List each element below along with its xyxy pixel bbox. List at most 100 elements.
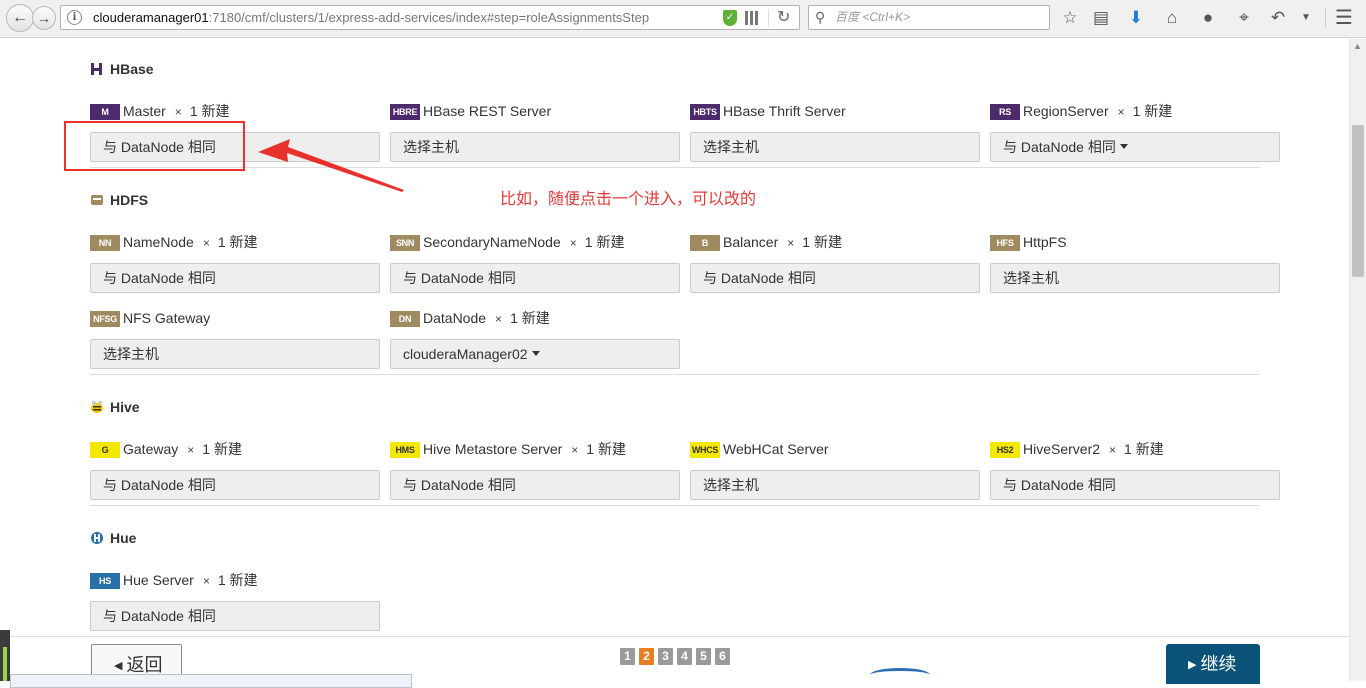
undo-icon[interactable]: ↶ — [1266, 5, 1290, 31]
role-badge: NFSG — [90, 311, 120, 327]
role-badge: B — [690, 235, 720, 251]
caret-down-icon — [1119, 144, 1128, 149]
step-back-icon: ◀ — [114, 660, 123, 672]
role-badge: HBTS — [690, 104, 720, 120]
host-select-httpfs[interactable]: 选择主机 — [990, 263, 1280, 293]
search-placeholder: 百度 <Ctrl+K> — [835, 10, 911, 24]
host-select-gateway[interactable]: 与 DataNode 相同 — [90, 470, 380, 500]
role-hive-metastore-server: HMS Hive Metastore Server × 1 新建 与 DataNode… — [390, 440, 680, 500]
page-2[interactable]: 2 — [639, 648, 654, 665]
role-hiveserver2: HS2 HiveServer2 × 1 新建 与 DataNode 相同 — [990, 440, 1280, 500]
host-select-hiveserver2[interactable]: 与 DataNode 相同 — [990, 470, 1280, 500]
qr-code-icon[interactable] — [745, 11, 759, 25]
role-count: 1 新建 — [1132, 103, 1173, 119]
role-hue-server: HS Hue Server × 1 新建 与 DataNode 相同 — [90, 571, 380, 631]
role-namenode: NN NameNode × 1 新建 与 DataNode 相同 — [90, 233, 380, 293]
host-select-webhcat-server[interactable]: 选择主机 — [690, 470, 980, 500]
menu-icon[interactable]: ☰ — [1332, 5, 1356, 31]
remove-icon[interactable]: × — [495, 312, 502, 326]
remove-icon[interactable]: × — [787, 236, 794, 250]
remove-icon[interactable]: × — [203, 236, 210, 250]
role-badge: HS — [90, 573, 120, 589]
shield-icon[interactable]: ✓ — [723, 10, 737, 26]
remove-icon[interactable]: × — [1118, 105, 1125, 119]
chat-icon[interactable]: ● — [1196, 5, 1220, 31]
divider — [1325, 8, 1326, 28]
scroll-up-icon[interactable]: ▲ — [1353, 41, 1362, 51]
chevron-down-icon[interactable]: ▼ — [1294, 5, 1318, 31]
role-webhcat-server: WHCS WebHCat Server 选择主机 — [690, 440, 980, 500]
page-1[interactable]: 1 — [620, 648, 635, 665]
remove-icon[interactable]: × — [203, 574, 210, 588]
role-name: NFS Gateway — [123, 310, 211, 326]
role-gateway: G Gateway × 1 新建 与 DataNode 相同 — [90, 440, 380, 500]
reload-icon[interactable]: ↻ — [777, 6, 790, 29]
download-icon[interactable]: ⬇ — [1124, 5, 1148, 31]
role-hbase-rest-server: HBRE HBase REST Server 选择主机 — [390, 102, 680, 162]
home-icon[interactable]: ⌂ — [1160, 5, 1184, 31]
role-name: HBase REST Server — [423, 103, 552, 119]
role-balancer: B Balancer × 1 新建 与 DataNode 相同 — [690, 233, 980, 293]
host-select-hue-server[interactable]: 与 DataNode 相同 — [90, 601, 380, 631]
role-name: Balancer — [723, 234, 779, 250]
remove-icon[interactable]: × — [1109, 443, 1116, 457]
host-select-hbase-thrift-server[interactable]: 选择主机 — [690, 132, 980, 162]
role-regionserver: RS RegionServer × 1 新建 与 DataNode 相同 — [990, 102, 1280, 162]
role-badge: SNN — [390, 235, 420, 251]
logo-swoosh — [870, 668, 930, 682]
section-divider — [90, 374, 1260, 375]
role-name: Gateway — [123, 441, 179, 457]
host-select-hive-metastore-server[interactable]: 与 DataNode 相同 — [390, 470, 680, 500]
bookmark-star-icon[interactable]: ☆ — [1058, 5, 1082, 31]
page-5[interactable]: 5 — [696, 648, 711, 665]
host-select-namenode[interactable]: 与 DataNode 相同 — [90, 263, 380, 293]
crop-icon[interactable]: ⌖ — [1232, 5, 1256, 31]
role-datanode: DN DataNode × 1 新建 clouderaManager02 — [390, 309, 680, 369]
role-name: HiveServer2 — [1023, 441, 1101, 457]
page-3[interactable]: 3 — [658, 648, 673, 665]
remove-icon[interactable]: × — [187, 443, 194, 457]
role-badge: G — [90, 442, 120, 458]
host-select-regionserver[interactable]: 与 DataNode 相同 — [990, 132, 1280, 162]
host-select-secondarynamenode[interactable]: 与 DataNode 相同 — [390, 263, 680, 293]
role-name: Hue Server — [123, 572, 194, 588]
role-badge: HFS — [990, 235, 1020, 251]
role-name: RegionServer — [1023, 103, 1109, 119]
scroll-thumb[interactable] — [1352, 125, 1364, 277]
remove-icon[interactable]: × — [570, 236, 577, 250]
section-title-hue: Hue — [90, 529, 136, 547]
role-name: SecondaryNameNode — [423, 234, 561, 250]
role-name: DataNode — [423, 310, 487, 326]
host-select-datanode[interactable]: clouderaManager02 — [390, 339, 680, 369]
role-count: 1 新建 — [217, 572, 258, 588]
role-name: WebHCat Server — [723, 441, 829, 457]
role-secondarynamenode: SNN SecondaryNameNode × 1 新建 与 DataNode 相同 — [390, 233, 680, 293]
status-bar-url — [10, 674, 412, 688]
page-scrollbar[interactable]: ▲ — [1349, 39, 1366, 681]
role-badge: NN — [90, 235, 120, 251]
remove-icon[interactable]: × — [571, 443, 578, 457]
role-httpfs: HFS HttpFS 选择主机 — [990, 233, 1280, 293]
role-badge: HMS — [390, 442, 420, 458]
role-count: 1 新建 — [802, 234, 842, 250]
page-4[interactable]: 4 — [677, 648, 692, 665]
role-name: Hive Metastore Server — [423, 441, 563, 457]
annotation-arrow — [258, 139, 404, 192]
search-input[interactable]: ⚲ 百度 <Ctrl+K> — [808, 5, 1050, 30]
network-gauge — [0, 630, 10, 681]
reading-list-icon[interactable]: ▤ — [1089, 5, 1113, 31]
hue-icon — [91, 532, 103, 544]
host-select-hbase-rest-server[interactable]: 选择主机 — [390, 132, 680, 162]
gauge-fill — [3, 647, 7, 681]
continue-button[interactable]: ▶ 继续 — [1166, 644, 1260, 684]
role-name: HttpFS — [1023, 234, 1067, 250]
host-select-balancer[interactable]: 与 DataNode 相同 — [690, 263, 980, 293]
page-6[interactable]: 6 — [715, 648, 730, 665]
host-select-nfs-gateway[interactable]: 选择主机 — [90, 339, 380, 369]
step-pager: 123456 — [620, 647, 734, 665]
step-forward-icon: ▶ — [1188, 659, 1197, 671]
role-badge: WHCS — [690, 442, 720, 458]
divider — [768, 9, 769, 27]
search-icon: ⚲ — [815, 9, 826, 25]
role-count: 1 新建 — [1124, 441, 1164, 457]
